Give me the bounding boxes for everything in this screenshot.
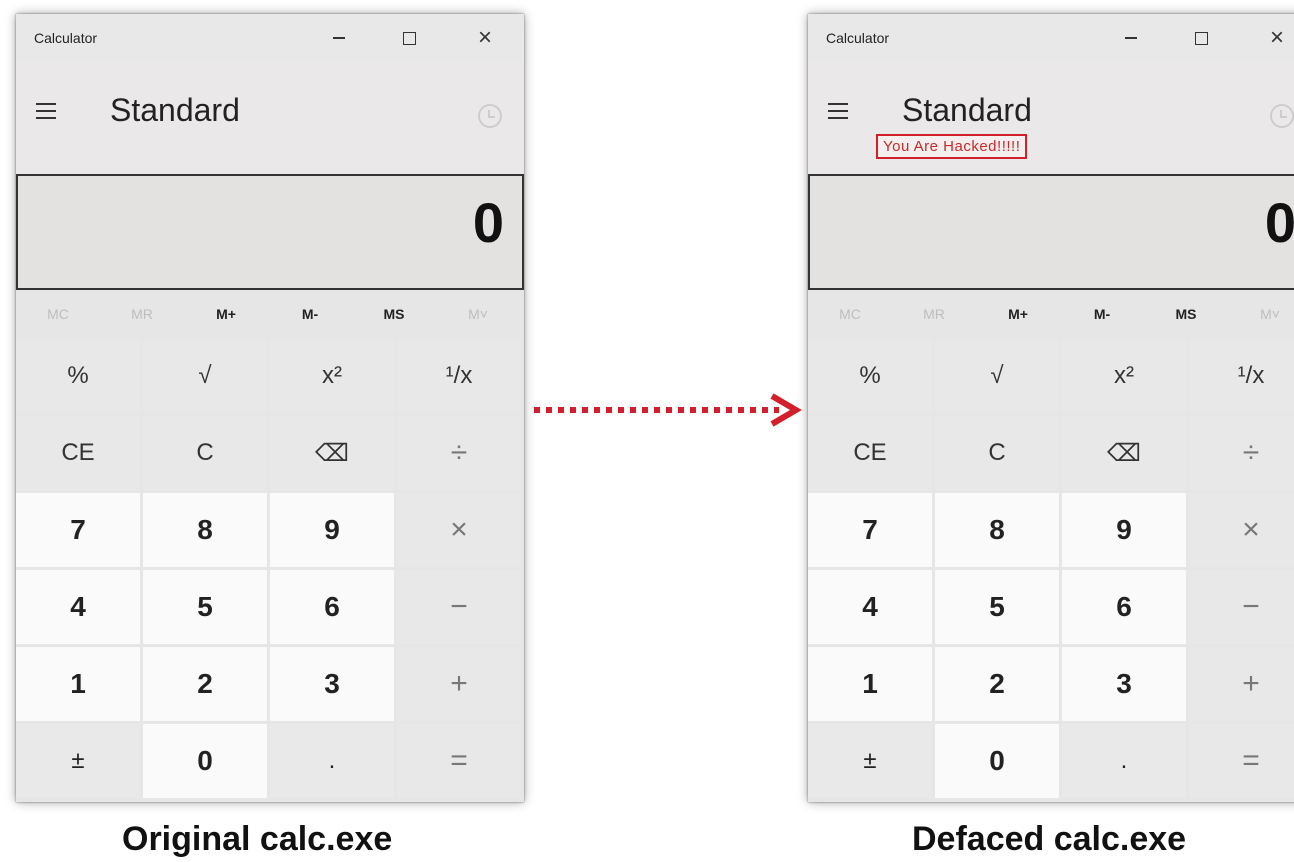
window-title: Calculator [826,30,890,46]
key-button[interactable]: C [935,416,1059,490]
memory-button[interactable]: M˅ [1228,306,1294,322]
minimize-button[interactable] [1108,18,1154,58]
key-button[interactable]: ¹/x [397,339,521,413]
key-button[interactable]: 8 [935,493,1059,567]
key-button[interactable]: % [16,339,140,413]
key-button[interactable]: 4 [808,570,932,644]
key-button[interactable]: 8 [143,493,267,567]
mode-title: Standard [902,92,1032,128]
memory-button[interactable]: MR [100,306,184,322]
result-display: 0 [808,174,1294,290]
key-button[interactable]: 1 [16,647,140,721]
key-button[interactable]: ÷ [397,416,521,490]
key-button[interactable]: 9 [1062,493,1186,567]
key-button[interactable]: 9 [270,493,394,567]
caption-defaced: Defaced calc.exe [912,820,1187,858]
memory-button[interactable]: M- [268,306,352,322]
key-button[interactable]: 3 [1062,647,1186,721]
memory-button[interactable]: MS [1144,306,1228,322]
key-button[interactable]: % [808,339,932,413]
key-button[interactable]: 5 [143,570,267,644]
key-button[interactable]: ⌫ [270,416,394,490]
calculator-window-defaced: Calculator × Standard You Are Hacked!!!!… [808,14,1294,802]
key-button[interactable]: 7 [16,493,140,567]
memory-row: MC MR M+ M- MS M˅ [808,290,1294,338]
history-icon[interactable] [478,104,502,128]
maximize-icon [1194,31,1208,45]
key-button[interactable]: 1 [808,647,932,721]
key-button[interactable]: 0 [935,724,1059,798]
memory-button[interactable]: MC [808,306,892,322]
minimize-icon [1125,37,1137,39]
caption-original: Original calc.exe [122,820,393,858]
title-bar: Calculator × [16,14,524,62]
key-button[interactable]: ± [16,724,140,798]
maximize-button[interactable] [1178,18,1224,58]
minimize-icon [333,37,345,39]
memory-row: MC MR M+ M- MS M˅ [16,290,524,338]
key-button[interactable]: 3 [270,647,394,721]
key-button[interactable]: ÷ [1189,416,1294,490]
key-button[interactable]: ⌫ [1062,416,1186,490]
key-button[interactable]: x² [270,339,394,413]
display-value: 0 [1264,191,1294,254]
key-button[interactable]: . [270,724,394,798]
key-button[interactable]: 5 [935,570,1059,644]
key-button[interactable]: = [1189,724,1294,798]
close-icon: × [1269,24,1284,51]
memory-button[interactable]: MC [16,306,100,322]
key-button[interactable]: 6 [270,570,394,644]
key-button[interactable]: + [1189,647,1294,721]
hamburger-menu-icon[interactable] [828,96,860,126]
history-icon[interactable] [1270,104,1294,128]
memory-button[interactable]: MR [892,306,976,322]
result-display: 0 [16,174,524,290]
title-bar: Calculator × [808,14,1294,62]
key-button[interactable]: x² [1062,339,1186,413]
close-icon: × [477,24,492,51]
key-button[interactable]: CE [16,416,140,490]
key-button[interactable]: ± [808,724,932,798]
key-button[interactable]: √ [935,339,1059,413]
mode-header: Standard [16,62,524,174]
key-button[interactable]: − [1189,570,1294,644]
close-button[interactable]: × [1254,18,1294,58]
maximize-button[interactable] [386,18,432,58]
key-button[interactable]: CE [808,416,932,490]
hamburger-menu-icon[interactable] [36,96,68,126]
close-button[interactable]: × [462,18,508,58]
key-button[interactable]: × [397,493,521,567]
key-button[interactable]: 7 [808,493,932,567]
calculator-window-original: Calculator × Standard 0 MC MR M+ M- MS M˅ % √ x… [16,14,524,802]
memory-button[interactable]: M- [1060,306,1144,322]
key-button[interactable]: 2 [935,647,1059,721]
transform-arrow-icon [534,393,802,427]
memory-button[interactable]: MS [352,306,436,322]
key-button[interactable]: − [397,570,521,644]
window-title: Calculator [34,30,98,46]
key-button[interactable]: 2 [143,647,267,721]
keypad: % √ x² ¹/x CE C ⌫ ÷ 7 8 9 × 4 5 6− 1 2 3 + ±0. = [808,339,1294,798]
key-button[interactable]: . [1062,724,1186,798]
key-button[interactable]: + [397,647,521,721]
maximize-icon [402,31,416,45]
key-button[interactable]: 4 [16,570,140,644]
key-button[interactable]: = [397,724,521,798]
keypad: % √ x² ¹/x CE C ⌫ ÷ 7 8 9 × 4 5 6− 1 2 3 + ±0. = [16,339,524,798]
display-value: 0 [472,191,504,254]
key-button[interactable]: ¹/x [1189,339,1294,413]
hacked-message: You Are Hacked!!!!! [876,134,1028,159]
memory-button[interactable]: M+ [976,306,1060,322]
memory-button[interactable]: M+ [184,306,268,322]
key-button[interactable]: × [1189,493,1294,567]
key-button[interactable]: 0 [143,724,267,798]
key-button[interactable]: √ [143,339,267,413]
memory-button[interactable]: M˅ [436,306,520,322]
minimize-button[interactable] [316,18,362,58]
key-button[interactable]: 6 [1062,570,1186,644]
mode-title: Standard [110,92,240,128]
key-button[interactable]: C [143,416,267,490]
